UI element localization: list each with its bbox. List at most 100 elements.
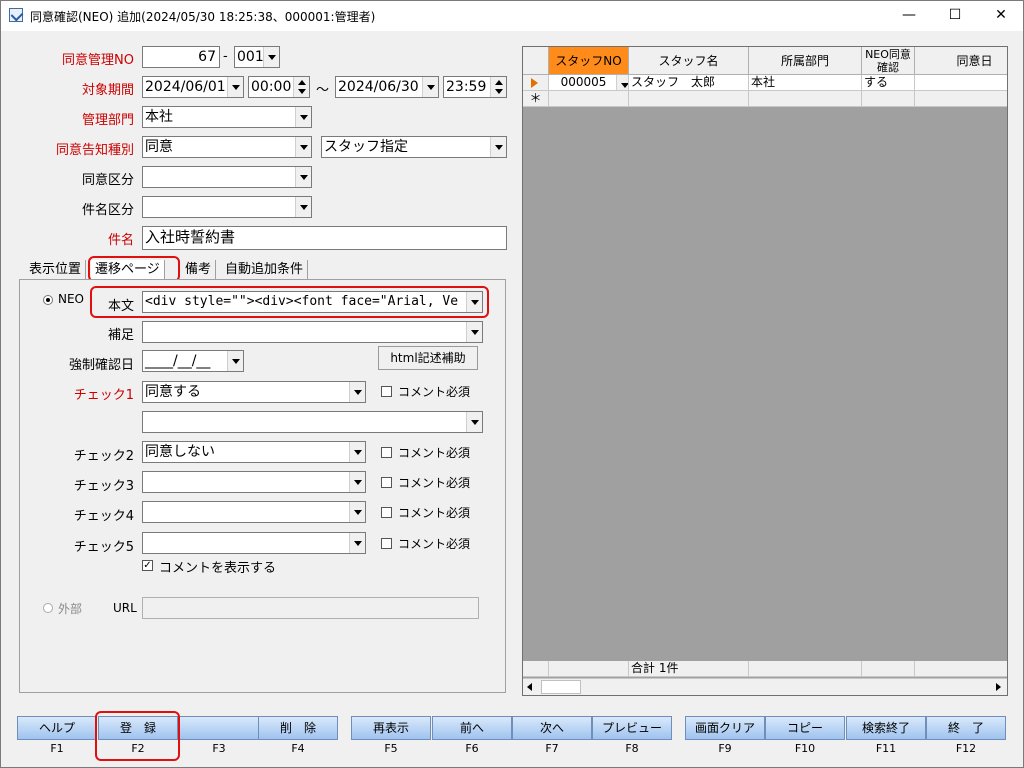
check3-comment-checkbox[interactable] — [381, 477, 392, 488]
chevron-down-icon[interactable] — [349, 533, 365, 553]
tab-transition-page[interactable]: 遷移ページ — [91, 260, 165, 280]
tab-display-position[interactable]: 表示位置 — [25, 260, 87, 280]
fkey-label-f3: F3 — [212, 742, 226, 755]
new-row-cell[interactable] — [629, 91, 749, 107]
preview-button[interactable]: プレビュー — [592, 716, 672, 740]
period-to-time[interactable]: 23:59 — [443, 76, 507, 98]
force-date-input[interactable]: ____/__/__ — [142, 350, 244, 372]
html-helper-button[interactable]: html記述補助 — [378, 346, 478, 370]
show-comment-checkbox[interactable]: ✓ — [142, 560, 153, 571]
check1-comment-checkbox[interactable] — [381, 386, 392, 397]
check4-comment-checkbox[interactable] — [381, 507, 392, 518]
scroll-left-icon[interactable] — [527, 683, 532, 691]
spinner-icon[interactable] — [490, 77, 506, 97]
subject-class-select[interactable] — [142, 196, 312, 218]
header-staff-name[interactable]: スタッフ名 — [629, 47, 749, 75]
horizontal-scrollbar[interactable] — [523, 678, 1007, 695]
fkey-label-f2: F2 — [131, 742, 145, 755]
copy-button[interactable]: コピー — [765, 716, 845, 740]
new-row-cell[interactable] — [862, 91, 915, 107]
chevron-down-icon[interactable] — [295, 107, 311, 127]
header-consent-date[interactable]: 同意日 — [915, 47, 1007, 75]
period-from-time[interactable]: 00:00 — [248, 76, 310, 98]
check3-select[interactable] — [142, 471, 366, 493]
header-neo-consent[interactable]: NEO同意確認 — [862, 47, 915, 75]
previous-button[interactable]: 前へ — [432, 716, 512, 740]
f3-button[interactable] — [179, 716, 259, 740]
chevron-down-icon[interactable] — [263, 47, 279, 67]
notice-type-select[interactable]: 同意 — [142, 136, 312, 158]
chevron-down-icon[interactable] — [295, 167, 311, 187]
chevron-down-icon[interactable] — [349, 502, 365, 522]
footer-cell — [523, 661, 549, 677]
supplement-select[interactable] — [142, 321, 483, 343]
check2-value: 同意しない — [145, 444, 215, 460]
external-radio[interactable] — [43, 603, 53, 613]
chevron-down-icon[interactable] — [295, 137, 311, 157]
neo-label: NEO — [58, 292, 85, 306]
row-selector[interactable] — [523, 75, 549, 91]
chevron-down-icon[interactable] — [490, 137, 506, 157]
delete-button[interactable]: 削 除 — [258, 716, 338, 740]
chevron-down-icon[interactable] — [616, 75, 628, 90]
chevron-down-icon[interactable] — [466, 412, 482, 432]
consent-no-input[interactable]: 67 — [142, 46, 220, 68]
cell-staff-name[interactable]: スタッフ 太郎 — [629, 75, 749, 91]
chevron-down-icon[interactable] — [466, 292, 482, 312]
url-input[interactable] — [142, 597, 479, 619]
scroll-right-icon[interactable] — [996, 683, 1001, 691]
check2-comment-checkbox[interactable] — [381, 447, 392, 458]
chevron-down-icon[interactable] — [422, 77, 438, 97]
header-department[interactable]: 所属部門 — [749, 47, 862, 75]
chevron-down-icon[interactable] — [349, 442, 365, 462]
exit-button[interactable]: 終 了 — [926, 716, 1006, 740]
register-button[interactable]: 登 録 — [98, 716, 178, 740]
neo-radio[interactable] — [43, 295, 53, 305]
fkey-label-f6: F6 — [465, 742, 479, 755]
consent-class-select[interactable] — [142, 166, 312, 188]
check5-comment-checkbox[interactable] — [381, 538, 392, 549]
check5-select[interactable] — [142, 532, 366, 554]
notice-type-label: 同意告知種別 — [55, 143, 134, 158]
new-row-cell[interactable] — [749, 91, 862, 107]
clear-screen-button[interactable]: 画面クリア — [685, 716, 765, 740]
cell-staff-no[interactable]: 000005 — [549, 75, 629, 91]
body-select[interactable]: <div style=""><div><font face="Arial, Ve — [142, 291, 483, 313]
chevron-down-icon[interactable] — [349, 382, 365, 402]
new-row-cell[interactable] — [915, 91, 1007, 107]
period-from-date[interactable]: 2024/06/01 — [142, 76, 244, 98]
scroll-thumb[interactable] — [541, 680, 581, 694]
check4-select[interactable] — [142, 501, 366, 523]
chevron-down-icon[interactable] — [295, 197, 311, 217]
cell-department[interactable]: 本社 — [749, 75, 862, 91]
consent-no-separator: - — [223, 49, 228, 64]
maximize-button[interactable]: ☐ — [932, 1, 978, 31]
cell-consent-date[interactable] — [915, 75, 1007, 91]
consent-no-suffix-select[interactable]: 001 — [234, 46, 280, 68]
chevron-down-icon[interactable] — [466, 322, 482, 342]
chevron-down-icon[interactable] — [227, 351, 243, 371]
tab-auto-add-conditions[interactable]: 自動追加条件 — [221, 260, 309, 280]
refresh-button[interactable]: 再表示 — [351, 716, 431, 740]
chevron-down-icon[interactable] — [349, 472, 365, 492]
notice-target-select[interactable]: スタッフ指定 — [321, 136, 507, 158]
close-button[interactable]: ✕ — [978, 1, 1024, 31]
cell-neo-consent[interactable]: する — [862, 75, 915, 91]
help-button[interactable]: ヘルプ — [17, 716, 97, 740]
minimize-button[interactable]: — — [886, 1, 932, 31]
fkey-label-f8: F8 — [625, 742, 639, 755]
fkey-label-f12: F12 — [955, 742, 977, 755]
chevron-down-icon[interactable] — [227, 77, 243, 97]
department-select[interactable]: 本社 — [142, 106, 312, 128]
header-staff-no[interactable]: スタッフNO — [549, 47, 629, 75]
check1-sub-select[interactable] — [142, 411, 483, 433]
next-button[interactable]: 次へ — [512, 716, 592, 740]
spinner-icon[interactable] — [293, 77, 309, 97]
period-to-date[interactable]: 2024/06/30 — [335, 76, 439, 98]
tab-remarks[interactable]: 備考 — [181, 260, 217, 280]
subject-input[interactable]: 入社時誓約書 — [142, 226, 507, 250]
check1-select[interactable]: 同意する — [142, 381, 366, 403]
check2-select[interactable]: 同意しない — [142, 441, 366, 463]
end-search-button[interactable]: 検索終了 — [846, 716, 926, 740]
new-row-cell[interactable] — [549, 91, 629, 107]
